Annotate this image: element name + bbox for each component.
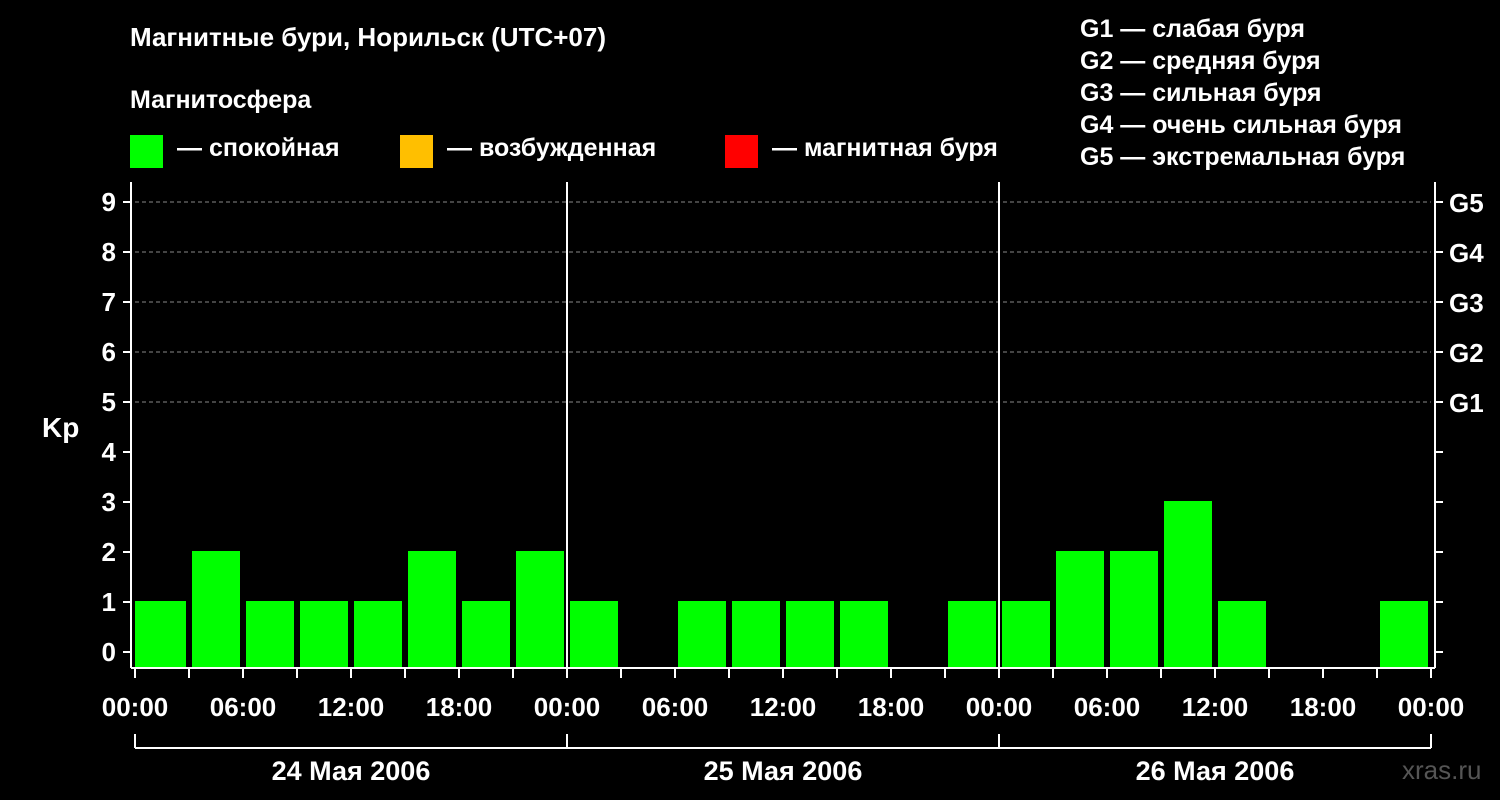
- kp-bar-day3-slot5: [1218, 601, 1266, 668]
- g-level-label: G4: [1449, 238, 1484, 268]
- kp-bar-day3-slot1: [1002, 601, 1050, 668]
- x-tick-label: 00:00: [966, 692, 1033, 722]
- kp-bar-day2-slot6: [840, 601, 888, 668]
- kp-bar-day3-slot4: [1164, 501, 1212, 668]
- day-label: 24 Мая 2006: [272, 756, 431, 786]
- kp-bar-day1-slot2: [192, 551, 240, 668]
- kp-bar-day1-slot5: [354, 601, 402, 668]
- kp-bar-day1-slot8: [516, 551, 564, 668]
- y-axis-label: Kp: [42, 412, 79, 443]
- kp-bar-day3-slot2: [1056, 551, 1104, 668]
- x-tick-label: 00:00: [102, 692, 169, 722]
- y-tick-label: 3: [102, 487, 116, 517]
- kp-bar-day3-slot8: [1380, 601, 1428, 668]
- kp-bar-day2-slot1: [570, 601, 618, 668]
- y-tick-label: 7: [102, 287, 116, 317]
- y-tick-label: 1: [102, 587, 116, 617]
- x-tick-label: 12:00: [750, 692, 817, 722]
- x-tick-label: 18:00: [426, 692, 493, 722]
- g-level-label: G3: [1449, 288, 1484, 318]
- y-tick-label: 6: [102, 337, 116, 367]
- x-tick-label: 06:00: [642, 692, 709, 722]
- kp-bar-day1-slot6: [408, 551, 456, 668]
- x-tick-label: 00:00: [1398, 692, 1465, 722]
- x-tick-label: 06:00: [210, 692, 277, 722]
- kp-bar-day1-slot7: [462, 601, 510, 668]
- kp-bar-day2-slot3: [678, 601, 726, 668]
- x-tick-label: 18:00: [858, 692, 925, 722]
- day-label: 26 Мая 2006: [1136, 756, 1295, 786]
- watermark: xras.ru: [1402, 755, 1482, 785]
- kp-bar-day2-slot4: [732, 601, 780, 668]
- kp-bar-day2-slot5: [786, 601, 834, 668]
- y-tick-label: 5: [102, 387, 116, 417]
- x-tick-label: 06:00: [1074, 692, 1141, 722]
- kp-chart: 0 1 2 3 4 5 6 7 8 9 G1 G2 G3 G4 G5 Kp 00:00 06:00 12:00 18:…: [42, 182, 1484, 786]
- y-tick-label: 0: [102, 637, 116, 667]
- y-tick-label: 2: [102, 537, 116, 567]
- x-tick-label: 00:00: [534, 692, 601, 722]
- kp-bar-day2-slot8: [948, 601, 996, 668]
- kp-bar-day1-slot1: [135, 601, 186, 668]
- y-tick-label: 8: [102, 237, 116, 267]
- kp-bar-day1-slot3: [246, 601, 294, 668]
- x-tick-label: 12:00: [318, 692, 385, 722]
- g-level-label: G5: [1449, 188, 1484, 218]
- kp-bar-day1-slot4: [300, 601, 348, 668]
- y-tick-label: 4: [102, 437, 117, 467]
- g-level-label: G2: [1449, 338, 1484, 368]
- g-level-label: G1: [1449, 388, 1484, 418]
- y-tick-label: 9: [102, 187, 116, 217]
- x-tick-label: 18:00: [1290, 692, 1357, 722]
- x-tick-label: 12:00: [1182, 692, 1249, 722]
- kp-bar-day3-slot3: [1110, 551, 1158, 668]
- day-label: 25 Мая 2006: [704, 756, 863, 786]
